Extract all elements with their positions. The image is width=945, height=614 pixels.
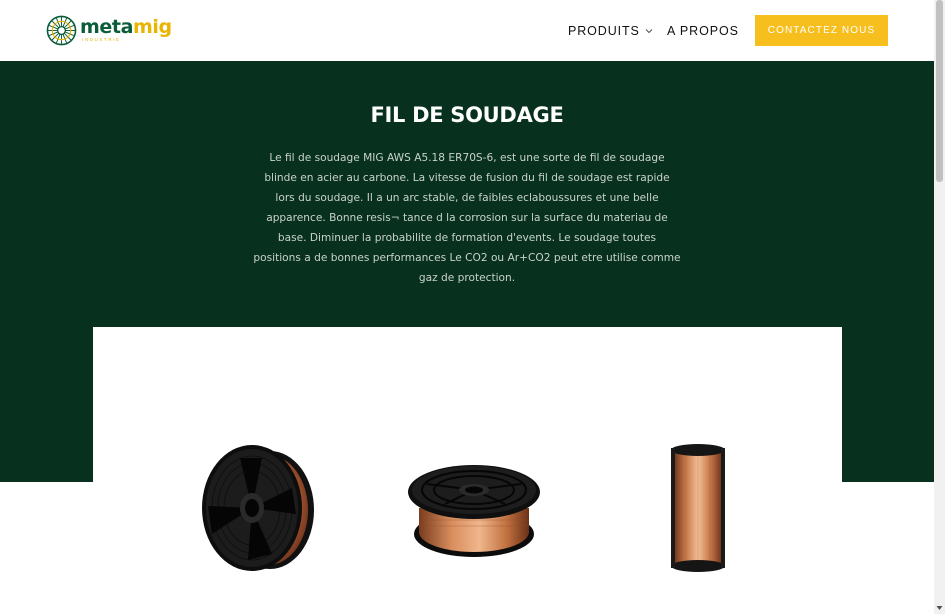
- logo-wordmark: metamig: [80, 15, 172, 38]
- nav-produits-label[interactable]: PRODUITS: [568, 24, 640, 38]
- nav-produits[interactable]: PRODUITS: [568, 0, 653, 61]
- wire-spool-angled-icon[interactable]: [200, 444, 318, 574]
- nav-a-propos[interactable]: A PROPOS: [667, 0, 739, 61]
- nav-a-propos-label[interactable]: A PROPOS: [667, 24, 739, 38]
- contact-button[interactable]: CONTACTEZ NOUS: [755, 15, 888, 46]
- wire-spool-logo-icon: [46, 15, 77, 45]
- scrollbar-thumb[interactable]: [936, 0, 943, 182]
- product-description: Le fil de soudage MIG AWS A5.18 ER70S-6,…: [253, 152, 681, 284]
- wire-spool-side-icon[interactable]: [666, 444, 730, 572]
- wire-spool-flat-icon[interactable]: [405, 456, 543, 563]
- page-scrollbar[interactable]: [934, 0, 945, 614]
- product-gallery: [93, 327, 842, 614]
- logo-tagline: INDUSTRIE: [82, 36, 121, 42]
- page-title: FIL DE SOUDAGE: [370, 103, 564, 127]
- logo[interactable]: metamig INDUSTRIE: [46, 14, 172, 46]
- logo-word-meta: meta: [80, 15, 133, 38]
- site-header: metamig INDUSTRIE PRODUITS A PROPOS CONT…: [0, 0, 934, 61]
- chevron-down-icon[interactable]: [645, 28, 653, 34]
- scroll-down-arrow-icon[interactable]: [936, 605, 943, 611]
- logo-text: metamig INDUSTRIE: [80, 15, 172, 43]
- logo-word-mig: mig: [133, 15, 172, 38]
